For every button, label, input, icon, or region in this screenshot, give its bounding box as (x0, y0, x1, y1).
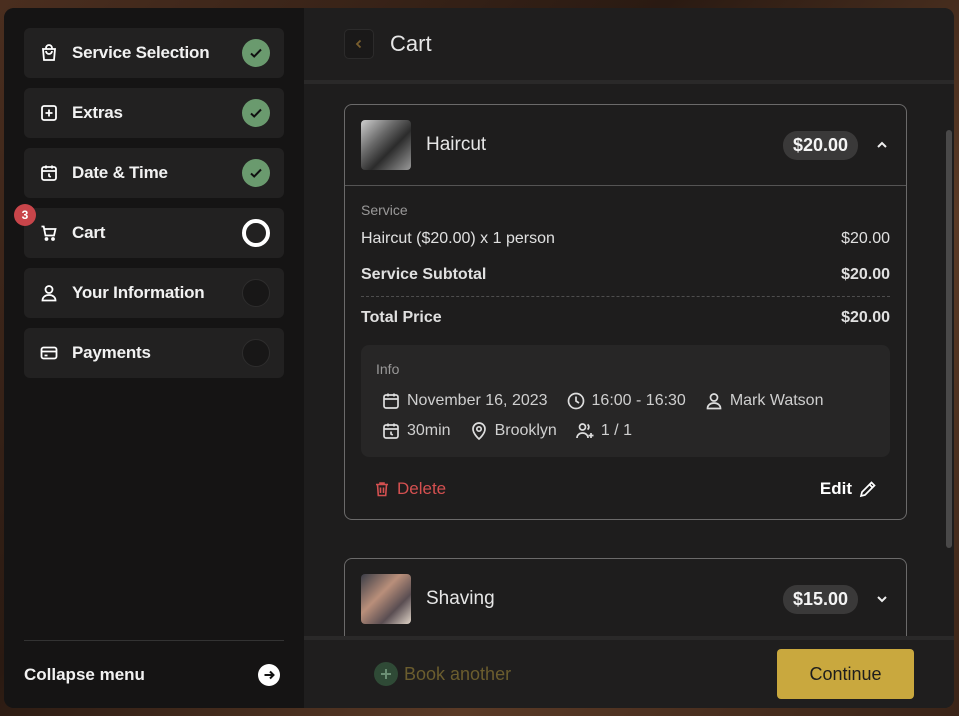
sidebar-item-label: Cart (72, 223, 106, 242)
chevron-down-icon[interactable] (874, 592, 890, 606)
price-badge: $15.00 (782, 584, 858, 614)
service-name: Haircut (426, 134, 487, 155)
service-name: Shaving (426, 588, 495, 609)
sidebar-item-label: Payments (72, 343, 151, 362)
service-thumbnail (361, 574, 411, 624)
sidebar-item-cart[interactable]: 3 Cart (14, 204, 284, 258)
calendar-icon (383, 393, 399, 409)
bag-icon (38, 42, 60, 64)
info-employee: Mark Watson (704, 391, 824, 411)
cart-count-badge: 3 (14, 204, 36, 226)
info-location: Brooklyn (469, 421, 557, 441)
service-thumbnail (361, 120, 411, 170)
location-pin-icon (471, 422, 486, 441)
back-button[interactable] (344, 29, 374, 59)
user-icon (38, 282, 60, 304)
sidebar-item-extras[interactable]: Extras (24, 88, 284, 138)
total-row: Total Price $20.00 (361, 309, 890, 327)
user-icon (706, 393, 722, 410)
pencil-icon (859, 481, 876, 498)
service-line-value: $20.00 (841, 230, 890, 247)
cart-item-haircut: Haircut $20.00 Service Haircut ($20.00) … (344, 104, 907, 520)
calendar-clock-icon (383, 423, 399, 439)
chevron-up-icon[interactable] (874, 138, 890, 152)
sidebar-item-your-information[interactable]: Your Information (24, 268, 284, 318)
info-date-text: November 16, 2023 (407, 392, 548, 409)
cart-item-header[interactable]: Shaving $15.00 (345, 559, 906, 636)
edit-label: Edit (819, 479, 852, 498)
sidebar-item-service-selection[interactable]: Service Selection (24, 28, 284, 78)
cart-icon (38, 222, 60, 244)
info-time: 16:00 - 16:30 (566, 391, 686, 411)
book-another-button[interactable]: Book another (374, 662, 511, 686)
info-panel: Info November 16, 2023 16:00 - 16:30 Mar… (361, 345, 890, 457)
info-duration-text: 30min (407, 422, 451, 439)
sidebar: Service Selection Extras Date & Time 3 C… (4, 8, 304, 708)
info-line-2: 30min Brooklyn 1 / 1 (376, 421, 875, 441)
check-icon (242, 159, 270, 187)
check-icon (242, 99, 270, 127)
booking-app: Service Selection Extras Date & Time 3 C… (4, 8, 954, 708)
info-capacity-text: 1 / 1 (600, 422, 632, 439)
subtotal-value: $20.00 (841, 266, 890, 283)
cart-item-details: Service Haircut ($20.00) x 1 person $20.… (345, 185, 906, 519)
delete-label: Delete (397, 479, 447, 498)
total-value: $20.00 (841, 309, 890, 326)
card-icon (38, 342, 60, 364)
pending-step-indicator (242, 279, 270, 307)
check-icon (242, 39, 270, 67)
current-step-indicator (242, 219, 270, 247)
info-title: Info (376, 361, 400, 377)
info-line-1: November 16, 2023 16:00 - 16:30 Mark Wat… (376, 391, 875, 411)
cart-item-actions: Delete Edit (361, 479, 890, 499)
total-label: Total Price (361, 309, 442, 326)
plus-square-icon (38, 102, 60, 124)
collapse-menu-label: Collapse menu (24, 664, 145, 684)
calendar-clock-icon (38, 162, 60, 184)
cart-item-shaving: Shaving $15.00 (344, 558, 907, 636)
book-another-label: Book another (404, 663, 512, 684)
subtotal-label: Service Subtotal (361, 266, 487, 283)
sidebar-item-payments[interactable]: Payments (24, 328, 284, 378)
clock-icon (567, 392, 584, 410)
info-duration: 30min (381, 421, 451, 441)
info-date: November 16, 2023 (381, 391, 548, 411)
sidebar-item-label: Service Selection (72, 43, 210, 62)
main-panel: Cart Haircut $20.00 Service Haircut ($20… (304, 8, 954, 708)
footer-bar: Book another Continue (304, 636, 954, 708)
service-line-label: Haircut ($20.00) x 1 person (361, 230, 555, 247)
chevron-left-icon (355, 39, 362, 49)
scrollbar[interactable] (946, 88, 952, 636)
sidebar-item-label: Date & Time (72, 163, 168, 182)
edit-button[interactable]: Edit (820, 479, 878, 499)
sidebar-item-label: Extras (72, 103, 123, 122)
scrollbar-thumb[interactable] (946, 130, 952, 548)
continue-button[interactable]: Continue (777, 649, 914, 699)
sidebar-item-date-time[interactable]: Date & Time (24, 148, 284, 198)
section-label: Service (361, 202, 408, 218)
trash-icon (376, 482, 388, 497)
page-header: Cart (304, 8, 954, 84)
price-badge: $20.00 (782, 130, 858, 160)
page-title: Cart (390, 31, 432, 56)
cart-item-header[interactable]: Haircut $20.00 (345, 105, 906, 185)
service-line: Haircut ($20.00) x 1 person $20.00 (361, 230, 890, 248)
info-time-text: 16:00 - 16:30 (591, 392, 686, 409)
info-location-text: Brooklyn (494, 422, 557, 439)
pending-step-indicator (242, 339, 270, 367)
cart-list[interactable]: Haircut $20.00 Service Haircut ($20.00) … (304, 88, 954, 636)
sidebar-item-label: Your Information (72, 283, 205, 302)
plus-icon (374, 662, 398, 686)
dashed-divider (361, 296, 890, 297)
delete-button[interactable]: Delete (373, 479, 446, 499)
subtotal-row: Service Subtotal $20.00 (361, 266, 890, 284)
users-plus-icon (575, 423, 594, 439)
info-capacity: 1 / 1 (575, 421, 632, 441)
arrow-right-icon[interactable] (258, 663, 280, 686)
collapse-menu[interactable]: Collapse menu (24, 640, 284, 708)
info-employee-text: Mark Watson (729, 392, 824, 409)
